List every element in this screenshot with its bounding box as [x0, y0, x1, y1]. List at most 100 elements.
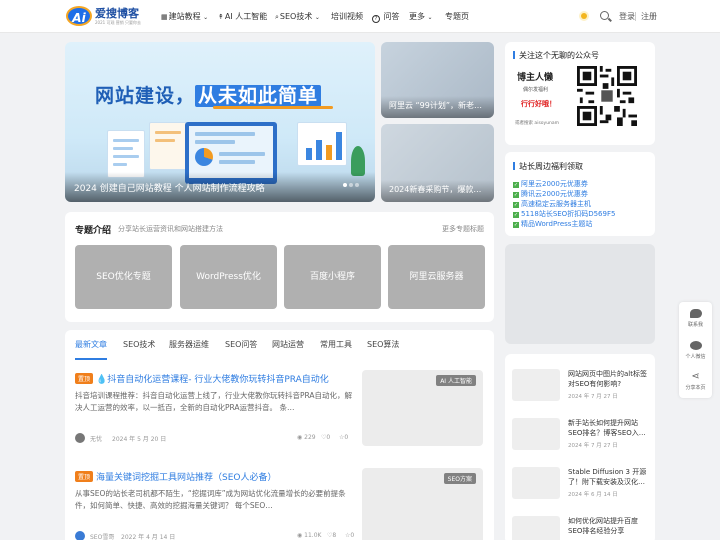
avatar[interactable]	[75, 433, 85, 443]
welfare-widget: 站长周边福利领取 ✓ 阿里云2000元优惠券 ✓ 腾讯云2000元优惠券 ✓ 高速稳定…	[505, 152, 655, 236]
recent-post-thumbnail[interactable]	[512, 516, 560, 540]
contact-button[interactable]: 联系我	[679, 309, 712, 328]
featured-card[interactable]: 阿里云 “99计划”，新老…	[381, 42, 494, 118]
document-illustration	[107, 130, 145, 178]
nav-item-seo[interactable]: ⌕SEO技术 ⌄	[275, 0, 320, 33]
register-link[interactable]: 注册	[641, 0, 657, 33]
post-title[interactable]: 置顶 海量关键词挖掘工具网站推荐（SEO人必备）	[75, 470, 357, 483]
likes-count[interactable]: ♡0	[321, 434, 330, 441]
wechat-button[interactable]: 个人微信	[679, 341, 712, 360]
carousel-dot[interactable]	[355, 183, 359, 187]
nav-item-videos[interactable]: 培训视频	[331, 0, 363, 33]
welfare-link[interactable]: ✓ 精品WordPress主题站	[513, 219, 592, 229]
welfare-link[interactable]: ✓ 腾讯云2000元优惠券	[513, 189, 588, 199]
topics-more-link[interactable]: 更多专题标题	[442, 224, 484, 234]
carousel-dot[interactable]	[349, 183, 353, 187]
favorites-count[interactable]: ☆0	[345, 532, 354, 539]
welfare-link[interactable]: ✓ 5118站长SEO折扣码D569F5	[513, 209, 615, 219]
pie-chart-icon	[195, 148, 213, 166]
recent-post-date: 2024 年 7 月 27 日	[568, 394, 618, 400]
post-author[interactable]: SEO雪哥	[90, 532, 114, 540]
nav-label: 建站教程	[168, 12, 201, 21]
recent-post-thumbnail[interactable]	[512, 418, 560, 450]
post-thumbnail[interactable]: AI 人工智能	[362, 370, 483, 446]
qr-code-image	[577, 66, 637, 126]
recent-post-title[interactable]: Stable Diffusion 3 开源了！附下载安装及汉化…	[568, 467, 652, 487]
nav-item-more[interactable]: 更多 ⌄	[409, 0, 433, 33]
eye-icon: ◉	[297, 434, 303, 441]
share-button[interactable]: ⋖ 分享本页	[679, 371, 712, 392]
check-icon: ✓	[513, 202, 519, 208]
featured-card[interactable]: 2024新春采购节，爆款…	[381, 124, 494, 202]
category-tag[interactable]: SEO方案	[443, 473, 476, 484]
hero-title-highlight: 从未如此简单	[195, 85, 322, 107]
logo-tagline: 2021 可观 营销 只要你去	[95, 20, 141, 25]
carousel-dot[interactable]	[343, 183, 347, 187]
hero-underline	[213, 106, 333, 109]
post-meta: 无忧 2024 年 5 月 20 日 ◉ 229 ♡0 ☆0	[75, 433, 355, 444]
tab-seo[interactable]: SEO技术	[123, 339, 155, 350]
recent-post-thumbnail[interactable]	[512, 369, 560, 401]
ad-placeholder[interactable]	[505, 244, 655, 344]
tab-operation[interactable]: 网站运营	[272, 339, 304, 350]
tab-tools[interactable]: 常用工具	[320, 339, 352, 350]
topic-card-seo[interactable]: SEO优化专题	[75, 245, 172, 309]
logo-name: 爱搜博客	[95, 7, 139, 20]
welfare-link[interactable]: ✓ 高速稳定云服务器主机	[513, 199, 591, 209]
pinned-badge: 置顶	[75, 373, 94, 384]
hero-caption[interactable]: 2024 创建自己网站教程 个人网站制作流程攻略	[74, 181, 265, 194]
topics-title: 专题介绍	[75, 226, 112, 236]
search-icon[interactable]	[600, 11, 609, 20]
recent-post-thumbnail[interactable]	[512, 467, 560, 499]
nav-label: 培训视频	[331, 12, 363, 21]
share-icon: ⋖	[691, 371, 700, 382]
wechat-line: 偶尔发福利	[523, 87, 549, 93]
post-date: 2024 年 5 月 20 日	[112, 436, 167, 443]
document-illustration	[149, 122, 187, 170]
wechat-line-highlight: 行行好哦！	[521, 100, 556, 108]
welfare-link[interactable]: ✓ 阿里云2000元优惠券	[513, 179, 588, 189]
post-thumbnail[interactable]: SEO方案	[362, 468, 483, 540]
topic-card-aliyun[interactable]: 阿里云服务器	[388, 245, 485, 309]
avatar[interactable]	[75, 531, 85, 540]
topic-card-baidu[interactable]: 百度小程序	[284, 245, 381, 309]
nav-item-tutorials[interactable]: ▦建站教程 ⌄	[161, 0, 208, 33]
hero-slide[interactable]: 网站建设， 从未如此简单 2024 创建自己网站教程 个人网站制作流程攻略	[65, 42, 375, 202]
post-excerpt: 抖音培训课程推荐：抖音自动化运营上线了，行业大佬教你玩转抖音PRA自动化，解决人…	[75, 391, 353, 412]
post-author[interactable]: 无忧	[90, 434, 102, 443]
tab-qa[interactable]: SEO问答	[225, 339, 257, 350]
check-icon: ✓	[513, 192, 519, 198]
grid-icon: ▦	[161, 13, 168, 21]
featured-card-caption: 2024新春采购节，爆款…	[389, 185, 482, 194]
tab-latest[interactable]: 最新文章	[75, 339, 107, 350]
tab-server[interactable]: 服务器运维	[169, 339, 209, 350]
favorites-count[interactable]: ☆0	[339, 434, 348, 441]
divider	[635, 12, 636, 21]
post-title[interactable]: 置顶 💧抖音自动化运营课程- 行业大佬教你玩转抖音PRA自动化	[75, 372, 357, 385]
pin-icon: ↟	[218, 13, 224, 21]
pinned-badge: 置顶	[75, 471, 94, 482]
recent-post-title[interactable]: 如何优化网站提升百度SEO排名经验分享	[568, 516, 652, 536]
post-date: 2022 年 4 月 14 日	[121, 534, 176, 540]
topic-card-wordpress[interactable]: WordPress优化	[180, 245, 277, 309]
chevron-down-icon: ⌄	[427, 14, 433, 21]
logo-badge-icon: Ai	[66, 6, 92, 26]
likes-count[interactable]: ♡8	[327, 532, 336, 539]
chat-bubble-icon	[689, 309, 702, 318]
recent-post-title[interactable]: 网站网页中图片的alt标签对SEO有何影响?	[568, 369, 652, 389]
nav-item-topics[interactable]: 专题页	[445, 0, 469, 33]
login-link[interactable]: 登录	[619, 0, 635, 33]
carousel-dots	[341, 180, 359, 190]
nav-label: SEO技术	[279, 12, 313, 21]
nav-item-qa[interactable]: ? 问答	[372, 0, 400, 33]
nav-item-ai[interactable]: ↟AI 人工智能	[218, 0, 267, 33]
chevron-down-icon: ⌄	[203, 14, 209, 21]
post-meta: SEO雪哥 2022 年 4 月 14 日 ◉ 11.0K ♡8 ☆0	[75, 531, 355, 540]
recent-post-title[interactable]: 新手站长如何提升网站SEO排名？博客SEO入…	[568, 418, 652, 438]
category-tag[interactable]: AI 人工智能	[436, 375, 476, 386]
theme-toggle-sun-icon[interactable]	[581, 13, 587, 19]
tab-algorithm[interactable]: SEO算法	[367, 339, 399, 350]
topics-subtitle: 分享站长运营资讯和网站搭建方法	[118, 225, 223, 233]
check-icon: ✓	[513, 182, 519, 188]
nav-label: 问答	[383, 12, 400, 21]
